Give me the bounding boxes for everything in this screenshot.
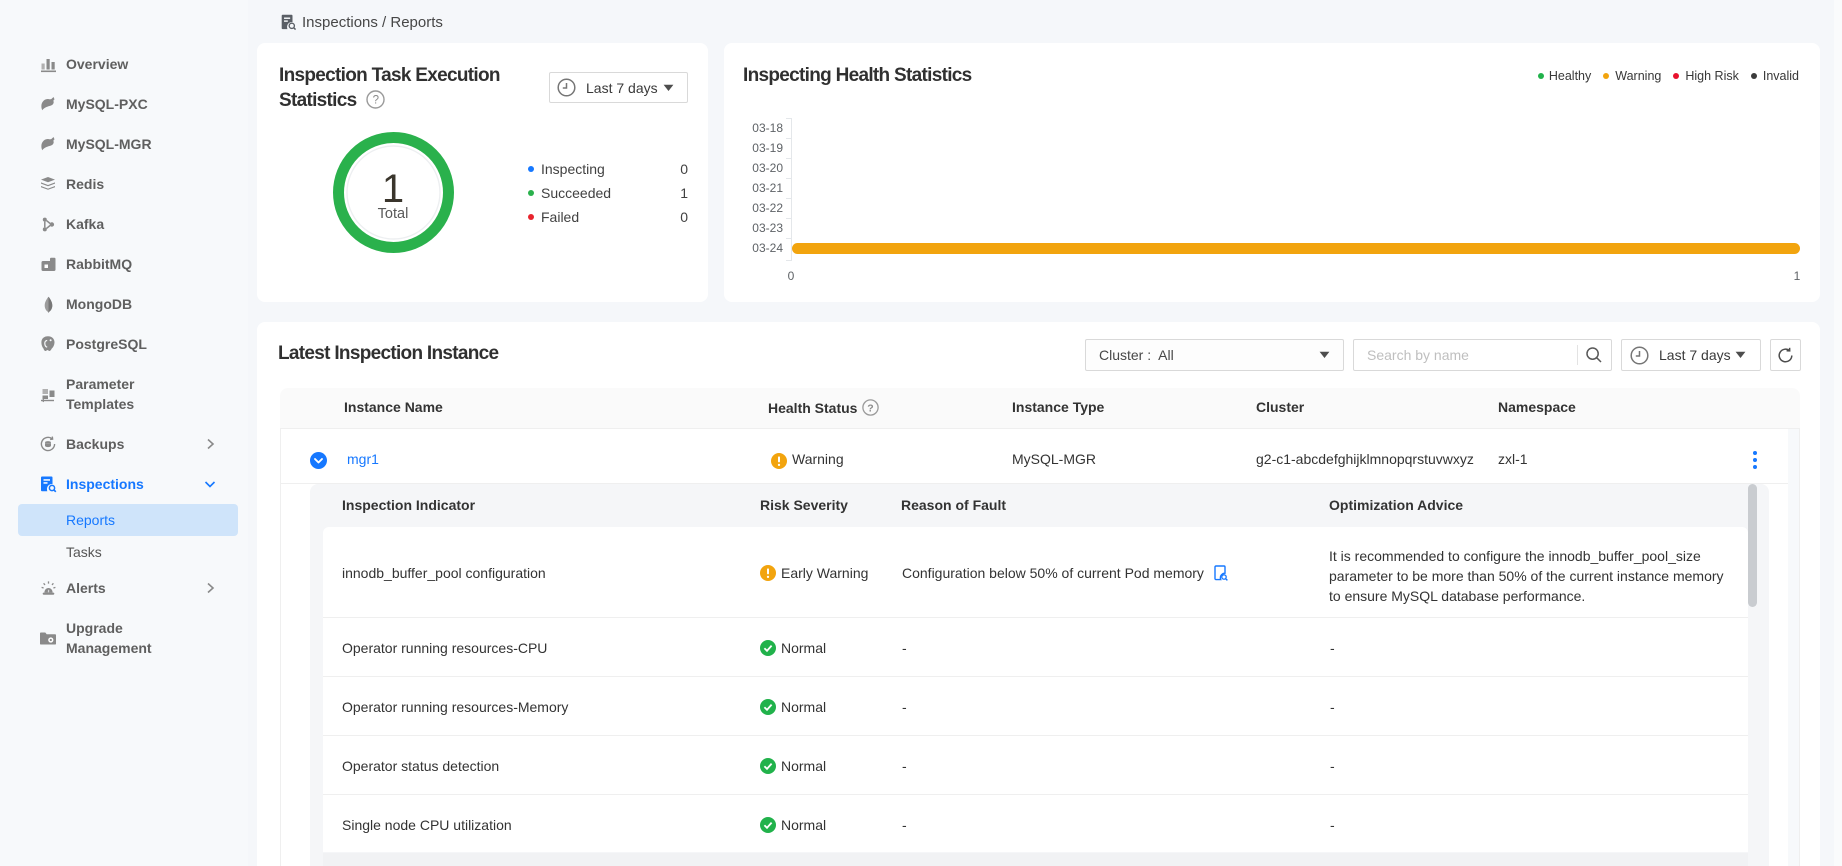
svg-text:0: 0 bbox=[788, 269, 795, 283]
svg-text:?: ? bbox=[868, 402, 874, 414]
svg-text:?: ? bbox=[372, 94, 378, 106]
svg-text:1: 1 bbox=[1794, 269, 1801, 283]
